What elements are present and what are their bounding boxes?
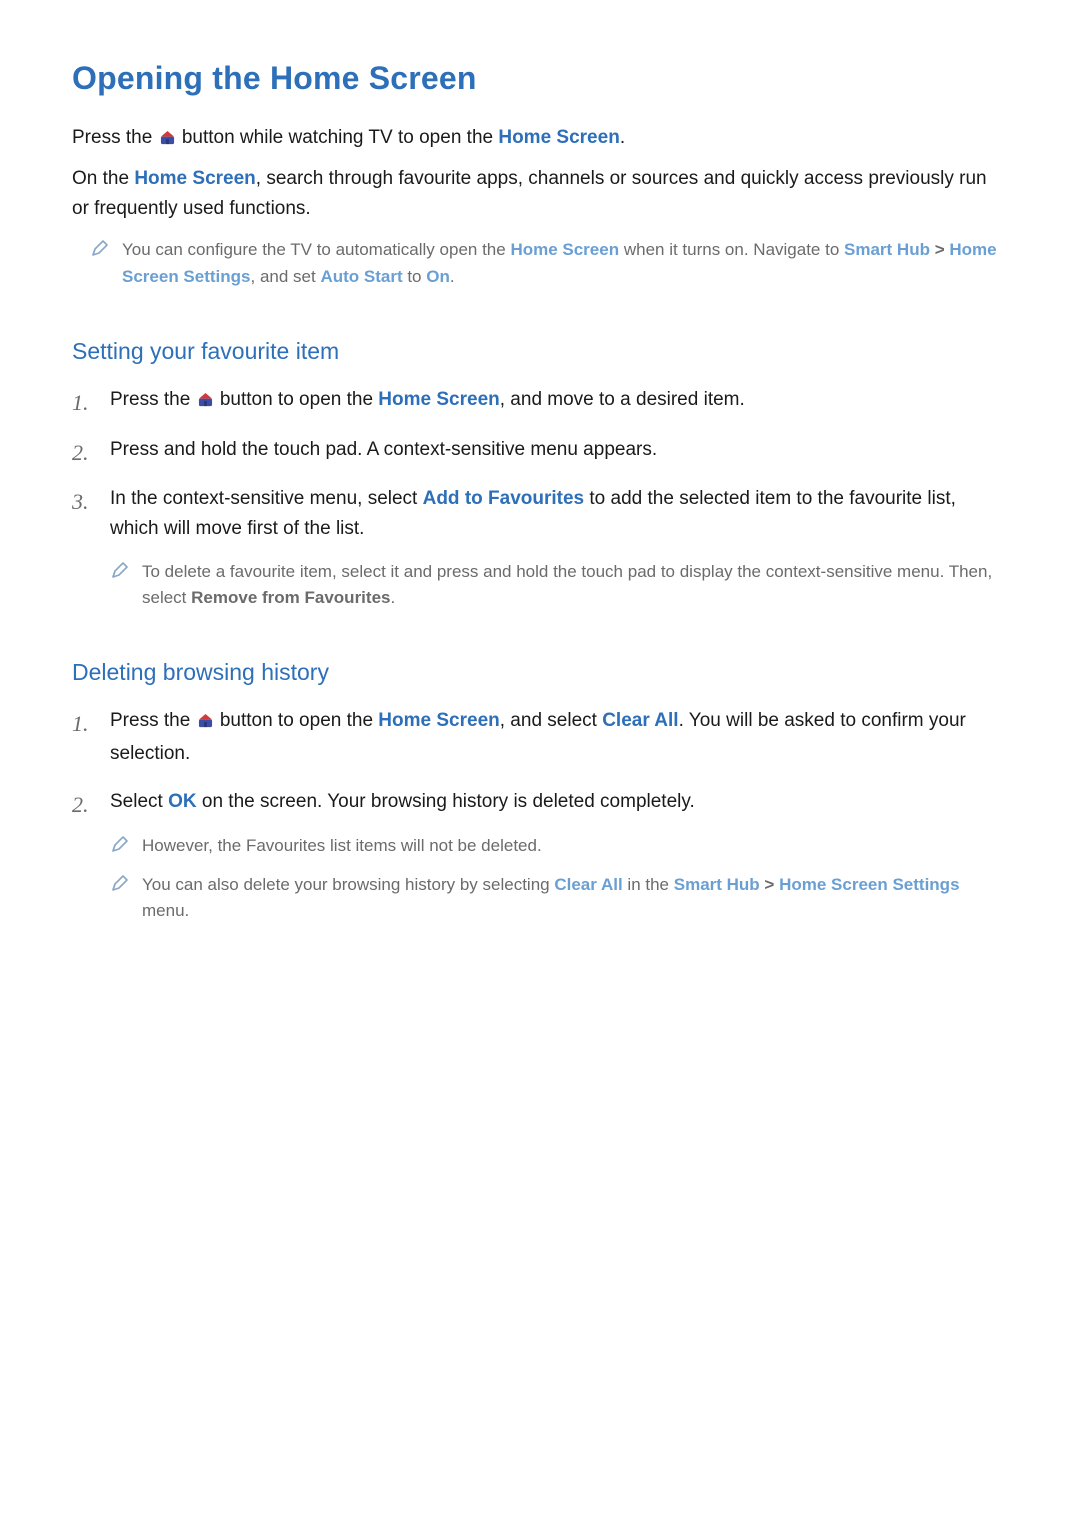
note-text: However, the Favourites list items will … bbox=[142, 833, 542, 859]
note-text: To delete a favourite item, select it an… bbox=[142, 559, 1008, 612]
text: You can also delete your browsing histor… bbox=[142, 875, 554, 894]
term-remove-from-favourites: Remove from Favourites bbox=[191, 588, 390, 607]
text: when it turns on. Navigate to bbox=[619, 240, 844, 259]
note-text: You can also delete your browsing histor… bbox=[142, 872, 1008, 925]
home-button-icon bbox=[198, 708, 213, 738]
text: Press the bbox=[72, 127, 158, 148]
text: . bbox=[390, 588, 395, 607]
step: Press the button to open the Home Screen… bbox=[72, 706, 1008, 769]
pencil-icon bbox=[110, 562, 128, 580]
term-add-to-favourites: Add to Favourites bbox=[423, 488, 585, 509]
text: Press the bbox=[110, 389, 196, 410]
step: Press and hold the touch pad. A context-… bbox=[72, 435, 1008, 465]
text: button to open the bbox=[220, 389, 378, 410]
heading-deleting-history: Deleting browsing history bbox=[72, 659, 1008, 686]
term-home-screen: Home Screen bbox=[134, 168, 255, 189]
term-smart-hub: Smart Hub bbox=[674, 875, 760, 894]
text: . bbox=[450, 267, 455, 286]
text: , and set bbox=[251, 267, 321, 286]
steps-favourite: Press the button to open the Home Screen… bbox=[72, 385, 1008, 611]
note-remove-favourite: To delete a favourite item, select it an… bbox=[110, 559, 1008, 612]
step: Press the button to open the Home Screen… bbox=[72, 385, 1008, 417]
note-favourites-not-deleted: However, the Favourites list items will … bbox=[110, 833, 1008, 859]
term-auto-start: Auto Start bbox=[320, 267, 402, 286]
pencil-icon bbox=[90, 240, 108, 258]
term-home-screen: Home Screen bbox=[498, 127, 619, 148]
text: menu. bbox=[142, 901, 189, 920]
step: In the context-sensitive menu, select Ad… bbox=[72, 484, 1008, 611]
text: button to open the bbox=[220, 710, 378, 731]
text: You can configure the TV to automaticall… bbox=[122, 240, 510, 259]
heading-favourite-item: Setting your favourite item bbox=[72, 338, 1008, 365]
pencil-icon bbox=[110, 836, 128, 854]
term-home-screen: Home Screen bbox=[378, 710, 499, 731]
step: Select OK on the screen. Your browsing h… bbox=[72, 787, 1008, 924]
text: Select bbox=[110, 791, 168, 812]
text: , and select bbox=[500, 710, 602, 731]
page-title: Opening the Home Screen bbox=[72, 60, 1008, 97]
steps-deleting: Press the button to open the Home Screen… bbox=[72, 706, 1008, 924]
document-page: Opening the Home Screen Press the button… bbox=[0, 0, 1080, 1002]
text: button while watching TV to open the bbox=[182, 127, 499, 148]
note-clear-all-menu: You can also delete your browsing histor… bbox=[110, 872, 1008, 925]
text: On the bbox=[72, 168, 134, 189]
term-home-screen: Home Screen bbox=[378, 389, 499, 410]
pencil-icon bbox=[110, 875, 128, 893]
text: to bbox=[403, 267, 427, 286]
text: . bbox=[620, 127, 625, 148]
term-home-screen-settings: Home Screen Settings bbox=[779, 875, 959, 894]
intro-paragraph-1: Press the button while watching TV to op… bbox=[72, 123, 1008, 154]
text: on the screen. Your browsing history is … bbox=[197, 791, 695, 812]
term-home-screen: Home Screen bbox=[510, 240, 619, 259]
term-ok: OK bbox=[168, 791, 197, 812]
breadcrumb-separator: > bbox=[930, 240, 949, 259]
home-button-icon bbox=[198, 387, 213, 417]
breadcrumb-separator: > bbox=[760, 875, 779, 894]
note-auto-start: You can configure the TV to automaticall… bbox=[90, 237, 1008, 290]
note-text: You can configure the TV to automaticall… bbox=[122, 237, 1008, 290]
text: Press the bbox=[110, 710, 196, 731]
text: , and move to a desired item. bbox=[500, 389, 745, 410]
term-clear-all: Clear All bbox=[554, 875, 622, 894]
intro-paragraph-2: On the Home Screen, search through favou… bbox=[72, 164, 1008, 223]
text: In the context-sensitive menu, select bbox=[110, 488, 423, 509]
text: Press and hold the touch pad. A context-… bbox=[110, 439, 657, 460]
text: in the bbox=[623, 875, 674, 894]
term-clear-all: Clear All bbox=[602, 710, 678, 731]
term-on: On bbox=[426, 267, 450, 286]
home-button-icon bbox=[160, 125, 175, 154]
term-smart-hub: Smart Hub bbox=[844, 240, 930, 259]
